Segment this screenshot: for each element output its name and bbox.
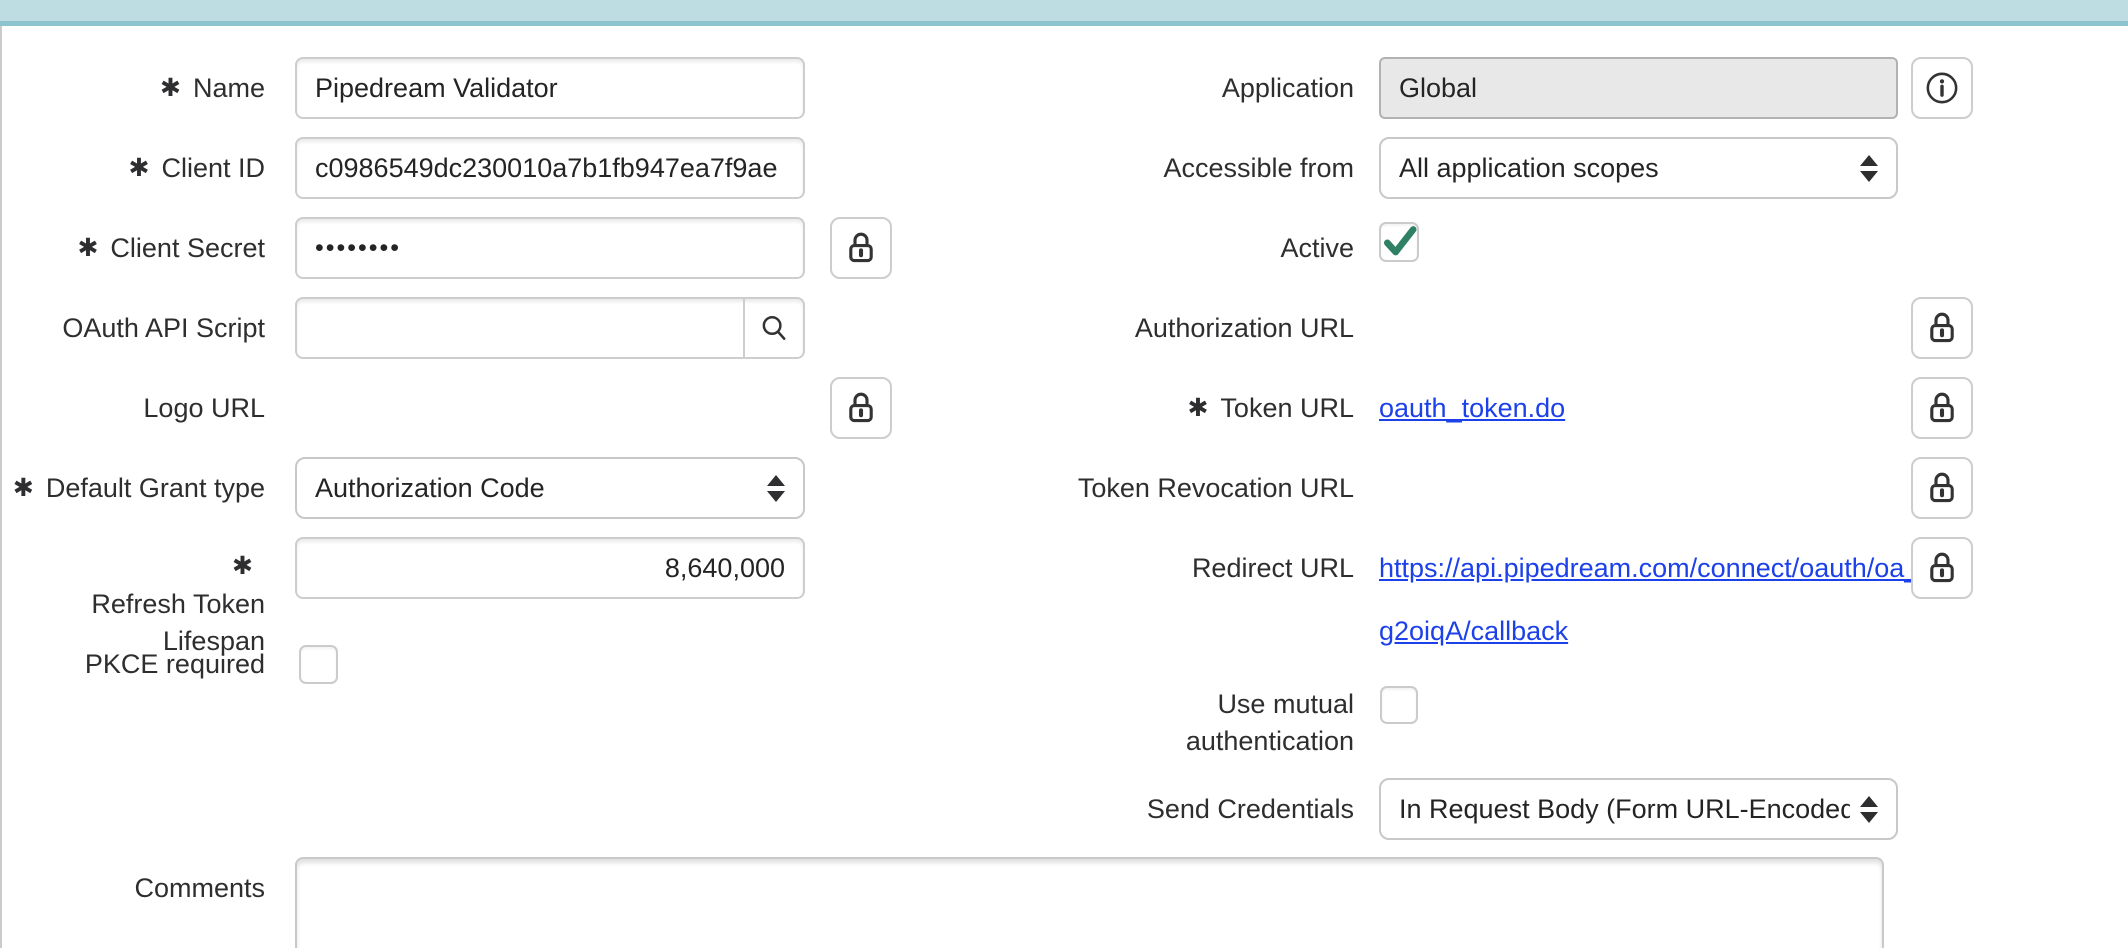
redirect-url-link-line1[interactable]: https://api.pipedream.com/connect/oauth/…	[1379, 537, 1919, 599]
checkmark-icon	[1379, 222, 1419, 262]
active-checkbox[interactable]	[1379, 222, 1419, 262]
send-credentials-value: In Request Body (Form URL-Encoded)	[1399, 794, 1850, 825]
select-arrows-icon	[1860, 155, 1878, 182]
lock-icon	[845, 390, 877, 426]
name-input[interactable]	[295, 57, 805, 119]
token-revocation-url-label: Token Revocation URL	[1078, 457, 1354, 519]
logo-url-label: Logo URL	[143, 377, 265, 439]
form-section-header-bar	[0, 0, 2128, 26]
required-marker-icon: ✱	[1187, 394, 1208, 422]
comments-label: Comments	[134, 857, 265, 919]
use-mutual-authentication-checkbox[interactable]	[1380, 686, 1418, 724]
logo-url-lock-button[interactable]	[830, 377, 892, 439]
refresh-token-lifespan-input[interactable]	[295, 537, 805, 599]
lock-icon	[1926, 310, 1958, 346]
client-secret-lock-button[interactable]	[830, 217, 892, 279]
pane-divider	[0, 26, 2, 948]
application-label: Application	[1222, 57, 1354, 119]
lock-icon	[1926, 390, 1958, 426]
comments-textarea[interactable]	[295, 857, 1884, 948]
select-arrows-icon	[1860, 796, 1878, 823]
application-info-button[interactable]	[1911, 57, 1973, 119]
required-marker-icon: ✱	[160, 74, 181, 102]
info-icon	[1925, 71, 1959, 105]
lock-icon	[1926, 550, 1958, 586]
search-icon	[759, 313, 789, 343]
name-label: ✱Name	[160, 57, 265, 120]
default-grant-type-value: Authorization Code	[315, 473, 757, 504]
lock-icon	[845, 230, 877, 266]
lock-icon	[1926, 470, 1958, 506]
oauth-entity-form: ✱Name ✱Client ID ✱Client Secret OAuth AP…	[0, 0, 2128, 948]
pkce-required-label: PKCE required	[85, 633, 265, 695]
send-credentials-select[interactable]: In Request Body (Form URL-Encoded)	[1379, 778, 1898, 840]
required-marker-icon: ✱	[91, 548, 253, 585]
application-readonly-field: Global	[1379, 57, 1898, 119]
accessible-from-label: Accessible from	[1163, 137, 1354, 199]
oauth-api-script-input[interactable]	[297, 299, 743, 357]
token-url-link[interactable]: oauth_token.do	[1379, 377, 1565, 439]
authorization-url-lock-button[interactable]	[1911, 297, 1973, 359]
required-marker-icon: ✱	[77, 234, 98, 262]
redirect-url-link-line2[interactable]: g2oiqA/callback	[1379, 601, 1568, 661]
token-revocation-url-lock-button[interactable]	[1911, 457, 1973, 519]
default-grant-type-select[interactable]: Authorization Code	[295, 457, 805, 519]
redirect-url-lock-button[interactable]	[1911, 537, 1973, 599]
required-marker-icon: ✱	[129, 154, 150, 182]
client-secret-input[interactable]	[295, 217, 805, 279]
redirect-url-label: Redirect URL	[1192, 537, 1354, 599]
oauth-api-script-field	[295, 297, 805, 359]
send-credentials-label: Send Credentials	[1147, 778, 1354, 840]
authorization-url-label: Authorization URL	[1135, 297, 1354, 359]
client-secret-label: ✱Client Secret	[77, 217, 265, 280]
pkce-required-checkbox[interactable]	[299, 645, 338, 684]
required-marker-icon: ✱	[13, 474, 34, 502]
default-grant-type-label: ✱Default Grant type	[13, 457, 265, 520]
use-mutual-authentication-label: Use mutual authentication	[1186, 686, 1354, 760]
token-url-label: ✱Token URL	[1187, 377, 1354, 440]
token-url-lock-button[interactable]	[1911, 377, 1973, 439]
accessible-from-select[interactable]: All application scopes	[1379, 137, 1898, 199]
select-arrows-icon	[767, 475, 785, 502]
oauth-api-script-lookup-button[interactable]	[743, 299, 803, 357]
client-id-input[interactable]	[295, 137, 805, 199]
oauth-api-script-label: OAuth API Script	[62, 297, 265, 359]
accessible-from-value: All application scopes	[1399, 153, 1850, 184]
client-id-label: ✱Client ID	[129, 137, 265, 200]
active-label: Active	[1280, 217, 1354, 279]
